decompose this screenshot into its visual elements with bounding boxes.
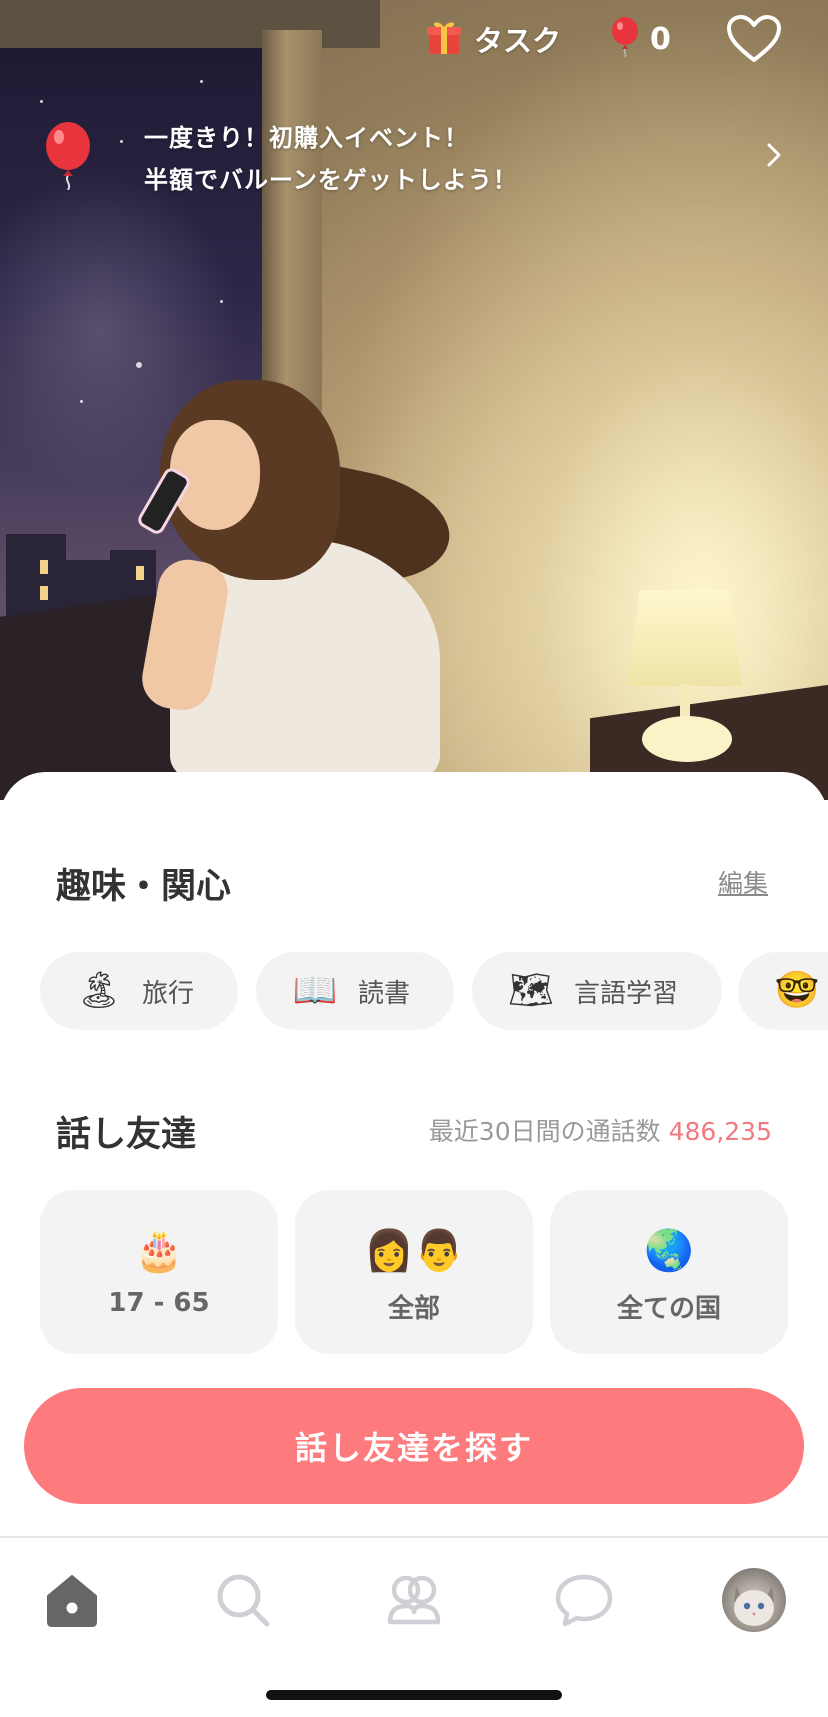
balloon-icon <box>610 17 640 61</box>
promo-line-2: 半額でバルーンをゲットしよう！ <box>144 166 518 194</box>
age-range-label: 17 - 65 <box>108 1288 210 1318</box>
friend-filters: 🎂 17 - 65 👩👨 全部 🌏 全ての国 <box>40 1190 788 1354</box>
balloon-count: 0 <box>650 21 671 57</box>
search-icon[interactable] <box>207 1564 279 1636</box>
calls-label: 最近30日間の通話数 <box>428 1117 661 1146</box>
country-filter[interactable]: 🌏 全ての国 <box>550 1190 788 1354</box>
promo-banner[interactable]: 一度きり！初購入イベント！ 半額でバルーンをゲットしよう！ <box>40 112 800 202</box>
home-indicator <box>266 1690 562 1700</box>
edit-interests-link[interactable]: 編集 <box>718 864 768 900</box>
calls-count: 486,235 <box>668 1117 772 1146</box>
chip-label: 言語学習 <box>574 978 679 1009</box>
age-filter[interactable]: 🎂 17 - 65 <box>40 1190 278 1354</box>
island-icon: 🏝 <box>76 970 122 1011</box>
heart-icon[interactable] <box>726 14 786 66</box>
chat-icon[interactable] <box>548 1564 620 1636</box>
calls-stat: 最近30日間の通話数 486,235 <box>429 1112 772 1148</box>
people-crown-icon: 👩👨 <box>364 1227 464 1274</box>
balloon-icon <box>44 122 92 194</box>
home-icon[interactable] <box>36 1564 108 1636</box>
book-icon: 📖 <box>292 970 338 1011</box>
lamp <box>626 590 742 686</box>
promo-line-1: 一度きり！初購入イベント！ <box>144 124 469 152</box>
task-button[interactable]: タスク <box>424 18 561 60</box>
chip-label: 旅行 <box>142 978 195 1009</box>
gender-filter[interactable]: 👩👨 全部 <box>295 1190 533 1354</box>
balloon-counter[interactable]: 0 <box>610 17 671 61</box>
task-label: タスク <box>474 24 562 58</box>
interest-chip-travel[interactable]: 🏝 旅行 <box>40 952 238 1030</box>
nerd-face-icon: 🤓 <box>774 970 820 1011</box>
top-bar: タスク 0 <box>0 0 828 80</box>
people-icon[interactable] <box>378 1564 450 1636</box>
interest-chip-language[interactable]: 🗺 言語学習 <box>472 952 722 1030</box>
country-label: 全ての国 <box>616 1294 721 1324</box>
interest-chip-nerd[interactable]: 🤓 <box>738 952 828 1030</box>
interest-chip-reading[interactable]: 📖 読書 <box>256 952 454 1030</box>
globe-icon: 🌏 <box>644 1227 694 1274</box>
chip-label: 読書 <box>358 978 411 1009</box>
interest-chips: 🏝 旅行 📖 読書 🗺 言語学習 🤓 <box>40 952 828 1032</box>
gender-label: 全部 <box>387 1294 440 1324</box>
find-friends-button[interactable]: 話し友達を探す <box>24 1388 804 1504</box>
chevron-right-icon <box>766 142 782 172</box>
gift-icon <box>424 17 464 61</box>
map-icon: 🗺 <box>508 970 554 1011</box>
interests-title: 趣味・関心 <box>56 867 232 907</box>
cat-avatar <box>722 1568 786 1632</box>
friends-title: 話し友達 <box>56 1115 197 1155</box>
avatar[interactable] <box>718 1564 790 1636</box>
cake-icon: 🎂 <box>134 1227 184 1274</box>
